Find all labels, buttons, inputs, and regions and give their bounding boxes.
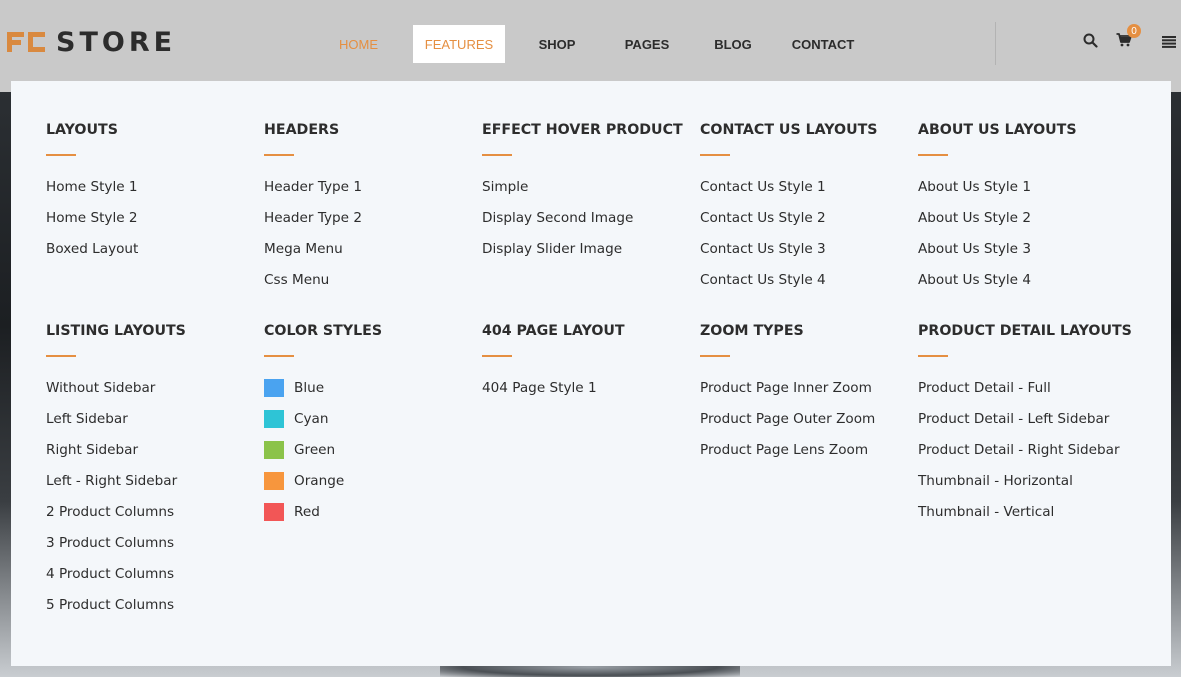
title-underline (46, 154, 76, 156)
menu-link[interactable]: 4 Product Columns (46, 565, 186, 596)
nav-home[interactable]: HOME (322, 25, 395, 63)
title-underline (918, 154, 948, 156)
menu-link[interactable]: Header Type 1 (264, 178, 362, 209)
menu-link[interactable]: 5 Product Columns (46, 596, 186, 627)
menu-group-effect-hover: EFFECT HOVER PRODUCT Simple Display Seco… (482, 121, 683, 271)
title-underline (46, 355, 76, 357)
menu-link[interactable]: Thumbnail - Vertical (918, 503, 1132, 534)
color-style-green[interactable]: Green (264, 441, 382, 472)
menu-link[interactable]: Simple (482, 178, 683, 209)
logo-mark-icon (7, 32, 45, 52)
logo-text: STORE (56, 26, 177, 58)
group-title: ABOUT US LAYOUTS (918, 122, 1077, 138)
color-style-blue[interactable]: Blue (264, 379, 382, 410)
features-mega-menu: LAYOUTS Home Style 1 Home Style 2 Boxed … (11, 81, 1171, 666)
menu-link[interactable]: Mega Menu (264, 240, 362, 271)
title-underline (700, 154, 730, 156)
color-swatch-blue (264, 379, 284, 397)
header-divider (995, 22, 996, 65)
menu-link-label: Red (294, 504, 320, 520)
group-title: CONTACT US LAYOUTS (700, 122, 878, 138)
title-underline (482, 355, 512, 357)
menu-group-layouts: LAYOUTS Home Style 1 Home Style 2 Boxed … (46, 121, 138, 271)
menu-group-contact-us: CONTACT US LAYOUTS Contact Us Style 1 Co… (700, 121, 878, 302)
group-title: EFFECT HOVER PRODUCT (482, 122, 683, 138)
menu-link[interactable]: Home Style 1 (46, 178, 138, 209)
menu-link[interactable]: Thumbnail - Horizontal (918, 472, 1132, 503)
group-title: LISTING LAYOUTS (46, 323, 186, 339)
search-icon[interactable] (1083, 33, 1098, 48)
menu-link-label: Green (294, 442, 336, 458)
menu-link[interactable]: 404 Page Style 1 (482, 379, 625, 410)
menu-link[interactable]: About Us Style 1 (918, 178, 1077, 209)
menu-group-color-styles: COLOR STYLES Blue Cyan Green Orange Red (264, 322, 382, 534)
menu-link[interactable]: About Us Style 3 (918, 240, 1077, 271)
nav-contact[interactable]: CONTACT (783, 25, 863, 63)
menu-link-label: Blue (294, 380, 325, 396)
menu-group-headers: HEADERS Header Type 1 Header Type 2 Mega… (264, 121, 362, 302)
menu-link[interactable]: Boxed Layout (46, 240, 138, 271)
color-swatch-green (264, 441, 284, 459)
main-navigation: HOME FEATURES SHOP PAGES BLOG CONTACT (322, 25, 863, 63)
menu-link[interactable]: 2 Product Columns (46, 503, 186, 534)
menu-link-label: Orange (294, 473, 345, 489)
menu-link[interactable]: Home Style 2 (46, 209, 138, 240)
menu-link[interactable]: 3 Product Columns (46, 534, 186, 565)
menu-link[interactable]: About Us Style 4 (918, 271, 1077, 302)
hamburger-menu-icon[interactable] (1162, 36, 1176, 48)
menu-link[interactable]: Display Second Image (482, 209, 683, 240)
title-underline (918, 355, 948, 357)
menu-link[interactable]: Right Sidebar (46, 441, 186, 472)
menu-link[interactable]: Contact Us Style 4 (700, 271, 878, 302)
menu-link[interactable]: Left Sidebar (46, 410, 186, 441)
title-underline (264, 355, 294, 357)
cart-count-badge: 0 (1127, 24, 1141, 38)
menu-group-listing-layouts: LISTING LAYOUTS Without Sidebar Left Sid… (46, 322, 186, 627)
menu-link[interactable]: About Us Style 2 (918, 209, 1077, 240)
menu-link[interactable]: Product Page Outer Zoom (700, 410, 875, 441)
menu-link[interactable]: Product Page Inner Zoom (700, 379, 875, 410)
title-underline (264, 154, 294, 156)
menu-link[interactable]: Without Sidebar (46, 379, 186, 410)
group-title: 404 PAGE LAYOUT (482, 323, 625, 339)
group-title: LAYOUTS (46, 122, 118, 138)
group-title: COLOR STYLES (264, 323, 383, 339)
menu-link[interactable]: Product Detail - Full (918, 379, 1132, 410)
menu-link[interactable]: Product Detail - Left Sidebar (918, 410, 1132, 441)
menu-link[interactable]: Css Menu (264, 271, 362, 302)
group-title: ZOOM TYPES (700, 323, 804, 339)
menu-link[interactable]: Product Page Lens Zoom (700, 441, 875, 472)
color-style-cyan[interactable]: Cyan (264, 410, 382, 441)
nav-features[interactable]: FEATURES (413, 25, 505, 63)
nav-shop[interactable]: SHOP (514, 25, 600, 63)
menu-group-404-page: 404 PAGE LAYOUT 404 Page Style 1 (482, 322, 625, 410)
site-logo[interactable]: STORE (6, 26, 176, 58)
group-title: HEADERS (264, 122, 340, 138)
menu-link[interactable]: Display Slider Image (482, 240, 683, 271)
color-style-orange[interactable]: Orange (264, 472, 382, 503)
title-underline (700, 355, 730, 357)
menu-link[interactable]: Product Detail - Right Sidebar (918, 441, 1132, 472)
menu-group-about-us: ABOUT US LAYOUTS About Us Style 1 About … (918, 121, 1077, 302)
menu-link[interactable]: Contact Us Style 1 (700, 178, 878, 209)
menu-link[interactable]: Contact Us Style 3 (700, 240, 878, 271)
menu-link-label: Cyan (294, 411, 329, 427)
group-title: PRODUCT DETAIL LAYOUTS (918, 323, 1132, 339)
menu-group-zoom-types: ZOOM TYPES Product Page Inner Zoom Produ… (700, 322, 875, 472)
color-swatch-cyan (264, 410, 284, 428)
color-style-red[interactable]: Red (264, 503, 382, 534)
color-swatch-red (264, 503, 284, 521)
color-swatch-orange (264, 472, 284, 490)
title-underline (482, 154, 512, 156)
site-header: STORE HOME FEATURES SHOP PAGES BLOG CONT… (0, 0, 1181, 92)
nav-pages[interactable]: PAGES (612, 25, 682, 63)
menu-link[interactable]: Left - Right Sidebar (46, 472, 186, 503)
nav-blog[interactable]: BLOG (700, 25, 766, 63)
menu-link[interactable]: Contact Us Style 2 (700, 209, 878, 240)
menu-group-product-detail: PRODUCT DETAIL LAYOUTS Product Detail - … (918, 322, 1132, 534)
menu-link[interactable]: Header Type 2 (264, 209, 362, 240)
